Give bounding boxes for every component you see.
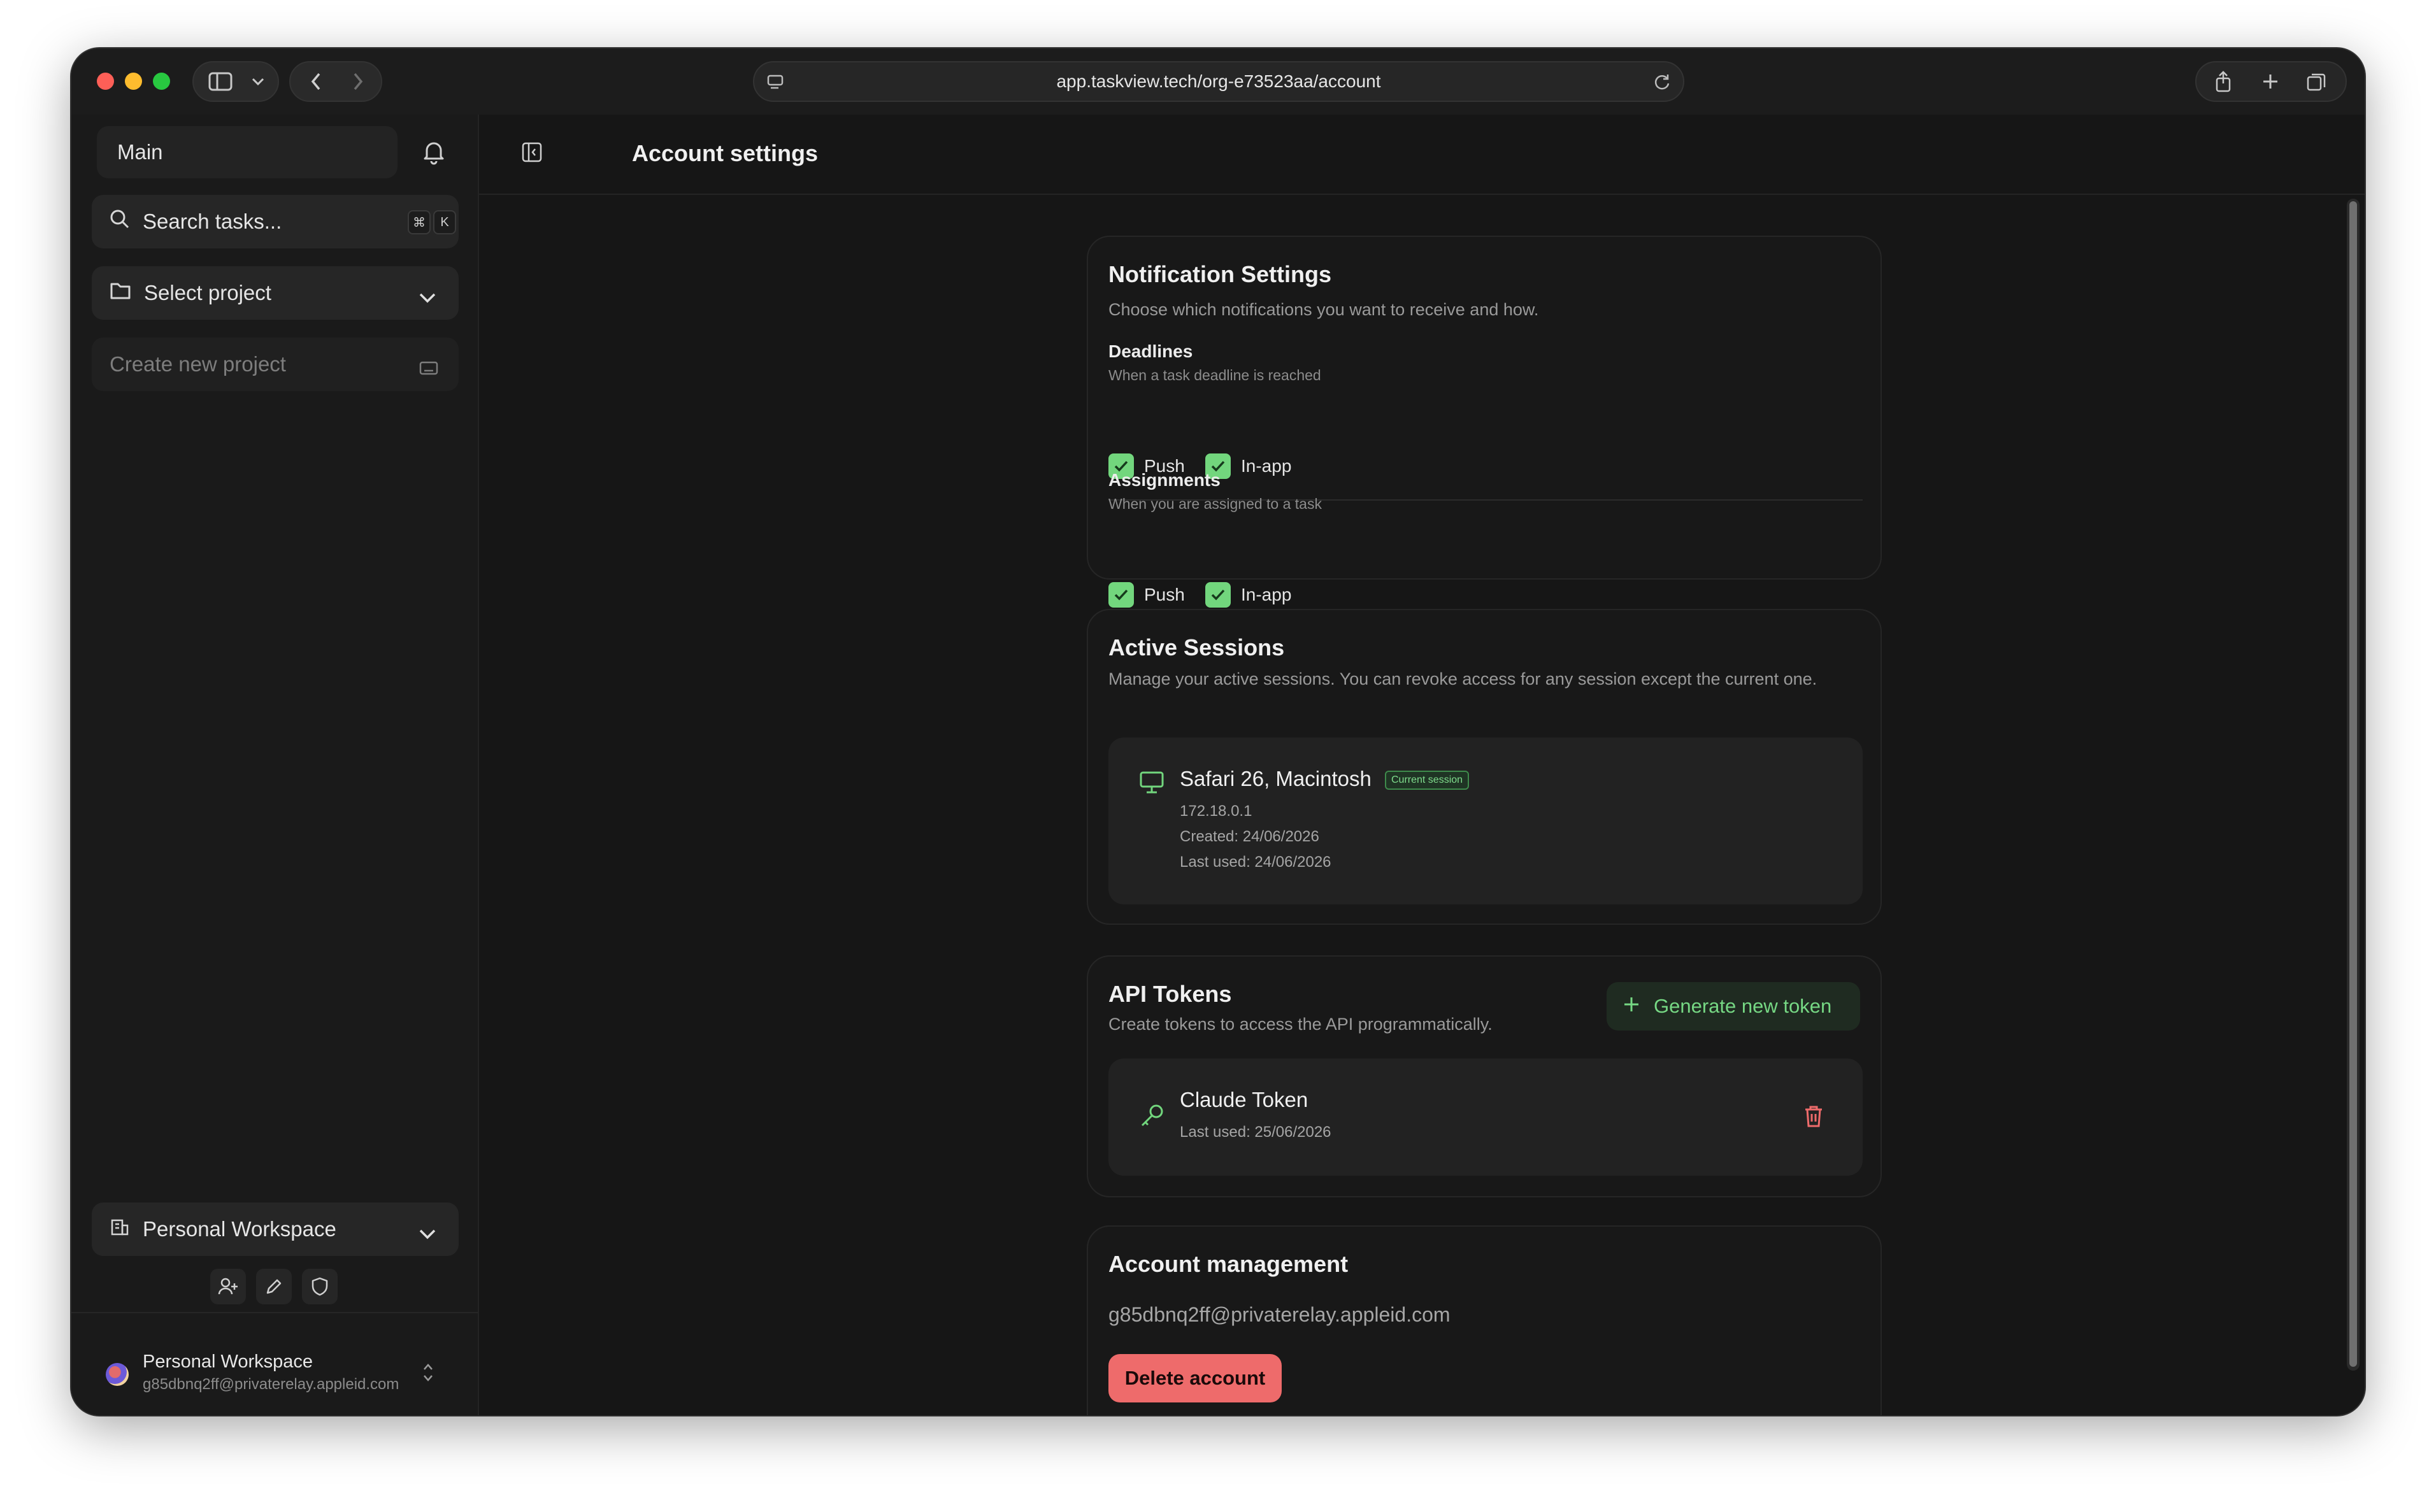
account-title: Account management	[1108, 1251, 1349, 1277]
assignments-title: Assignments	[1108, 470, 1221, 490]
browser-window: app.taskview.tech/org-e73523aa/account M…	[71, 48, 2365, 1415]
page-title: Account settings	[632, 140, 819, 166]
tokens-title: API Tokens	[1108, 981, 1232, 1007]
building-icon	[110, 1216, 130, 1242]
forward-arrow-icon[interactable]	[338, 62, 378, 101]
sessions-description: Manage your active sessions. You can rev…	[1108, 669, 1817, 688]
user-name[interactable]: Personal Workspace	[143, 1352, 313, 1373]
scrollbar-thumb[interactable]	[2349, 201, 2357, 1367]
chevron-down-icon	[418, 1222, 437, 1246]
workspace-dropdown[interactable]: Personal Workspace	[92, 1202, 459, 1256]
address-bar[interactable]: app.taskview.tech/org-e73523aa/account	[753, 61, 1684, 102]
shield-icon[interactable]	[302, 1269, 338, 1304]
browser-toolbar: app.taskview.tech/org-e73523aa/account	[71, 48, 2365, 115]
account-management-card: Account management g85dbnq2ff@privaterel…	[1087, 1225, 1882, 1415]
notification-title: Notification Settings	[1108, 261, 1331, 287]
token-last-used: Last used: 25/06/2026	[1180, 1123, 1331, 1141]
token-item: Claude Token Last used: 25/06/2026	[1108, 1059, 1863, 1176]
shortcut-cmd-key: ⌘	[408, 210, 431, 234]
url-text: app.taskview.tech/org-e73523aa/account	[1056, 71, 1381, 91]
generate-token-label: Generate new token	[1654, 995, 1832, 1017]
chevron-up-down-icon[interactable]	[422, 1362, 434, 1387]
folder-icon	[110, 281, 131, 305]
back-arrow-icon[interactable]	[296, 62, 336, 101]
account-email: g85dbnq2ff@privaterelay.appleid.com	[1108, 1303, 1451, 1326]
monitor-icon	[1139, 769, 1164, 798]
add-member-icon[interactable]	[210, 1269, 246, 1304]
deadlines-description: When a task deadline is reached	[1108, 367, 1321, 383]
pencil-icon[interactable]	[256, 1269, 292, 1304]
keyboard-icon	[419, 357, 438, 381]
sidebar-toggle-icon[interactable]	[200, 62, 241, 101]
session-name: Safari 26, Macintosh	[1180, 767, 1372, 790]
create-project-placeholder: Create new project	[110, 352, 286, 376]
current-session-badge: Current session	[1385, 771, 1470, 790]
sidebar-divider	[71, 1312, 478, 1313]
bell-icon[interactable]	[419, 138, 448, 167]
sessions-title: Active Sessions	[1108, 634, 1285, 660]
new-tab-icon[interactable]	[2253, 62, 2288, 101]
shortcut-k-key: K	[433, 210, 456, 234]
session-item: Safari 26, Macintosh Current session 172…	[1108, 738, 1863, 904]
assignments-inapp-checkbox[interactable]	[1205, 582, 1231, 608]
maximize-window-button[interactable]	[153, 73, 170, 90]
chevron-down-icon	[418, 285, 437, 310]
reload-icon[interactable]	[1652, 73, 1672, 96]
select-project-dropdown[interactable]: Select project	[92, 266, 459, 320]
sidebar-toggle-group	[192, 61, 279, 102]
session-last-used: Last used: 24/06/2026	[1180, 853, 1331, 871]
delete-account-button[interactable]: Delete account	[1108, 1354, 1282, 1402]
deadlines-inapp-label: In-app	[1241, 456, 1292, 476]
deadlines-title: Deadlines	[1108, 341, 1193, 361]
sidebar: Main Search tasks... ⌘ K Select project …	[71, 115, 479, 1415]
search-icon	[110, 209, 130, 234]
active-sessions-card: Active Sessions Manage your active sessi…	[1087, 609, 1882, 925]
chevron-down-icon[interactable]	[242, 62, 274, 101]
user-email: g85dbnq2ff@privaterelay.appleid.com	[143, 1376, 399, 1393]
create-project-input[interactable]: Create new project	[92, 338, 459, 391]
search-placeholder: Search tasks...	[143, 210, 282, 233]
tokens-description: Create tokens to access the API programm…	[1108, 1015, 1493, 1034]
tab-overview-icon[interactable]	[2298, 62, 2334, 101]
select-project-label: Select project	[144, 281, 271, 304]
toolbar-actions	[2195, 61, 2347, 102]
notification-settings-card: Notification Settings Choose which notif…	[1087, 236, 1882, 608]
key-icon	[1139, 1102, 1166, 1132]
close-window-button[interactable]	[97, 73, 114, 90]
user-avatar	[106, 1363, 129, 1386]
token-name: Claude Token	[1180, 1088, 1308, 1111]
collapse-sidebar-icon[interactable]	[521, 141, 543, 166]
search-input[interactable]: Search tasks... ⌘ K	[92, 195, 459, 248]
trash-icon[interactable]	[1803, 1104, 1824, 1132]
assignments-push-checkbox[interactable]	[1108, 582, 1134, 608]
plus-icon	[1623, 995, 1640, 1018]
assignments-inapp-label: In-app	[1241, 585, 1292, 604]
workspace-main-switch[interactable]: Main	[97, 126, 398, 178]
workspace-label: Personal Workspace	[143, 1217, 336, 1241]
assignments-description: When you are assigned to a task	[1108, 496, 1322, 512]
share-icon[interactable]	[2205, 62, 2241, 101]
history-nav-group	[289, 61, 382, 102]
workspace-actions	[210, 1269, 338, 1304]
minimize-window-button[interactable]	[125, 73, 142, 90]
generate-token-button[interactable]: Generate new token	[1607, 982, 1860, 1031]
notification-description: Choose which notifications you want to r…	[1108, 300, 1539, 319]
api-tokens-card: API Tokens Create tokens to access the A…	[1087, 955, 1882, 1197]
session-created: Created: 24/06/2026	[1180, 828, 1319, 845]
main-label: Main	[117, 140, 163, 164]
page-settings-icon[interactable]	[766, 73, 785, 96]
session-ip: 172.18.0.1	[1180, 802, 1252, 820]
assignments-push-label: Push	[1144, 585, 1185, 604]
